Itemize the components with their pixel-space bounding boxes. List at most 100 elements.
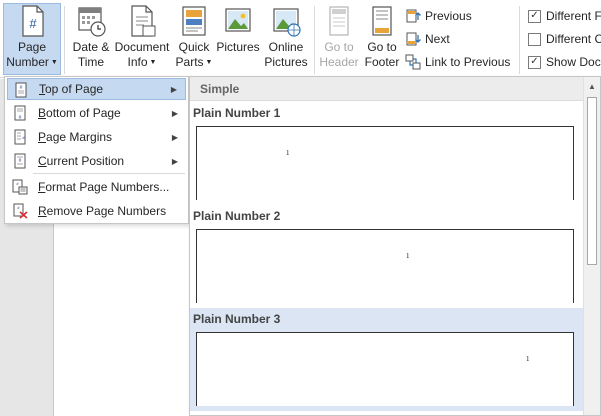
document-info-label-row: Info ▼ xyxy=(128,55,157,70)
pictures-button[interactable]: Pictures xyxy=(215,4,261,55)
gallery-section-header: Simple xyxy=(190,77,584,101)
menu-separator xyxy=(33,173,185,174)
link-icon xyxy=(405,54,421,70)
gallery-item-plain-number-3[interactable]: Plain Number 3 1 xyxy=(190,308,584,411)
chevron-right-icon: ▶ xyxy=(171,108,178,118)
go-to-footer-label-1: Go to xyxy=(367,40,397,54)
page-number-menu: # Top of Page ▶ # Bottom of Page ▶ # Pag… xyxy=(4,76,189,224)
go-to-header-icon xyxy=(329,6,349,36)
current-position-icon: # xyxy=(14,153,26,169)
show-document-text-checkbox[interactable]: ✓ Show Docu xyxy=(528,52,601,72)
document-info-button[interactable]: Document Info ▼ xyxy=(113,4,171,70)
chevron-right-icon: ▶ xyxy=(170,84,177,94)
chevron-right-icon: ▶ xyxy=(171,132,178,142)
ribbon: # Page Number ▼ Date & Time Document Info… xyxy=(0,0,601,78)
online-pictures-label-2: Pictures xyxy=(264,55,308,69)
quick-parts-label-1: Quick xyxy=(178,40,210,54)
chevron-down-icon: ▼ xyxy=(205,59,213,67)
gallery-scrollbar[interactable]: ▲ xyxy=(583,77,600,415)
document-info-icon xyxy=(131,5,156,37)
menu-item-label: Bottom of Page xyxy=(38,106,121,120)
gallery-item-preview: 1 xyxy=(196,229,574,303)
menu-item-current-position[interactable]: # Current Position ▶ xyxy=(7,150,186,172)
menu-item-bottom-of-page[interactable]: # Bottom of Page ▶ xyxy=(7,102,186,124)
link-to-previous-label: Link to Previous xyxy=(425,55,511,69)
online-picture-icon xyxy=(273,8,301,37)
menu-item-label: Remove Page Numbers xyxy=(38,204,167,218)
picture-icon xyxy=(225,8,251,32)
page-number-label-2: Number xyxy=(6,55,49,69)
go-to-footer-label-2: Footer xyxy=(364,55,400,69)
different-odd-even-checkbox[interactable]: Different C xyxy=(528,29,601,49)
date-time-button[interactable]: Date & Time xyxy=(68,4,114,70)
go-to-header-label-1: Go to xyxy=(324,40,354,54)
page-number-label-1: Page xyxy=(17,40,47,54)
previous-label: Previous xyxy=(425,9,472,23)
previous-button[interactable]: Previous xyxy=(405,6,472,26)
checkbox-checked-icon: ✓ xyxy=(528,55,541,69)
next-label: Next xyxy=(425,32,450,46)
go-to-footer-icon xyxy=(372,6,392,36)
gallery-item-title: Plain Number 3 xyxy=(193,312,281,326)
pictures-label-1: Pictures xyxy=(216,40,260,54)
menu-item-label: Current Position xyxy=(38,154,125,168)
chevron-down-icon: ▼ xyxy=(50,59,58,67)
document-info-label-1: Document xyxy=(114,40,170,54)
gallery-item-plain-number-2[interactable]: Plain Number 2 1 xyxy=(190,205,584,308)
gallery-item-plain-number-1[interactable]: Plain Number 1 1 xyxy=(190,102,584,205)
page-number-preview: 1 xyxy=(526,355,530,363)
page-number-preview: 1 xyxy=(286,149,290,157)
link-to-previous-button[interactable]: Link to Previous xyxy=(405,52,510,72)
go-to-footer-button[interactable]: Go to Footer xyxy=(361,4,403,70)
checkbox-unchecked-icon xyxy=(528,32,541,46)
scroll-up-arrow-icon[interactable]: ▲ xyxy=(584,79,600,95)
menu-item-label: Page Margins xyxy=(38,130,113,144)
date-time-label-1: Date & xyxy=(72,40,110,54)
page-number-preview: 1 xyxy=(406,252,410,260)
remove-page-numbers-icon: # xyxy=(13,203,28,219)
online-pictures-label-1: Online xyxy=(268,40,304,54)
go-to-header-button[interactable]: Go to Header xyxy=(318,4,360,70)
date-time-label-2: Time xyxy=(77,55,105,69)
quick-parts-label-row: Parts ▼ xyxy=(176,55,213,70)
quick-parts-icon xyxy=(182,6,206,36)
next-button[interactable]: Next xyxy=(405,29,450,49)
gallery-item-title: Plain Number 1 xyxy=(193,106,281,120)
ribbon-separator xyxy=(519,6,520,74)
previous-section-icon xyxy=(406,9,421,23)
ribbon-separator xyxy=(64,6,65,74)
svg-text:#: # xyxy=(20,85,23,91)
menu-item-label: Format Page Numbers... xyxy=(38,180,170,194)
quick-parts-button[interactable]: Quick Parts ▼ xyxy=(174,4,214,70)
next-section-icon xyxy=(406,32,421,46)
scrollbar-thumb[interactable] xyxy=(587,97,597,265)
gallery-item-title: Plain Number 2 xyxy=(193,209,281,223)
show-document-text-label: Show Docu xyxy=(546,55,601,69)
page-margins-icon: # xyxy=(14,129,26,145)
menu-item-top-of-page[interactable]: # Top of Page ▶ xyxy=(7,78,186,100)
svg-text:#: # xyxy=(19,115,22,121)
svg-text:#: # xyxy=(19,158,22,164)
online-pictures-button[interactable]: Online Pictures xyxy=(262,4,310,70)
page-number-gallery: Simple Plain Number 1 1 Plain Number 2 1… xyxy=(189,76,601,416)
page-number-button[interactable]: # Page Number ▼ xyxy=(3,3,61,75)
svg-text:#: # xyxy=(29,16,37,31)
calendar-clock-icon xyxy=(78,7,106,37)
page-number-icon: # xyxy=(22,5,44,37)
gallery-item-preview: 1 xyxy=(196,332,574,406)
chevron-down-icon: ▼ xyxy=(149,59,157,67)
menu-item-page-margins[interactable]: # Page Margins ▶ xyxy=(7,126,186,148)
checkbox-checked-icon: ✓ xyxy=(528,9,541,23)
menu-item-remove-page-numbers[interactable]: # Remove Page Numbers xyxy=(7,200,186,222)
go-to-header-label-2: Header xyxy=(319,55,359,69)
different-odd-even-label: Different C xyxy=(546,32,601,46)
document-info-label-2: Info xyxy=(127,55,148,69)
ribbon-separator xyxy=(314,6,315,74)
page-number-label-row: Number ▼ xyxy=(6,55,58,70)
menu-item-format-page-numbers[interactable]: # Format Page Numbers... xyxy=(7,176,186,198)
gallery-item-preview: 1 xyxy=(196,126,574,200)
different-first-page-label: Different F xyxy=(546,9,601,23)
menu-item-label: Top of Page xyxy=(39,82,104,96)
top-of-page-icon: # xyxy=(15,82,27,98)
different-first-page-checkbox[interactable]: ✓ Different F xyxy=(528,6,601,26)
